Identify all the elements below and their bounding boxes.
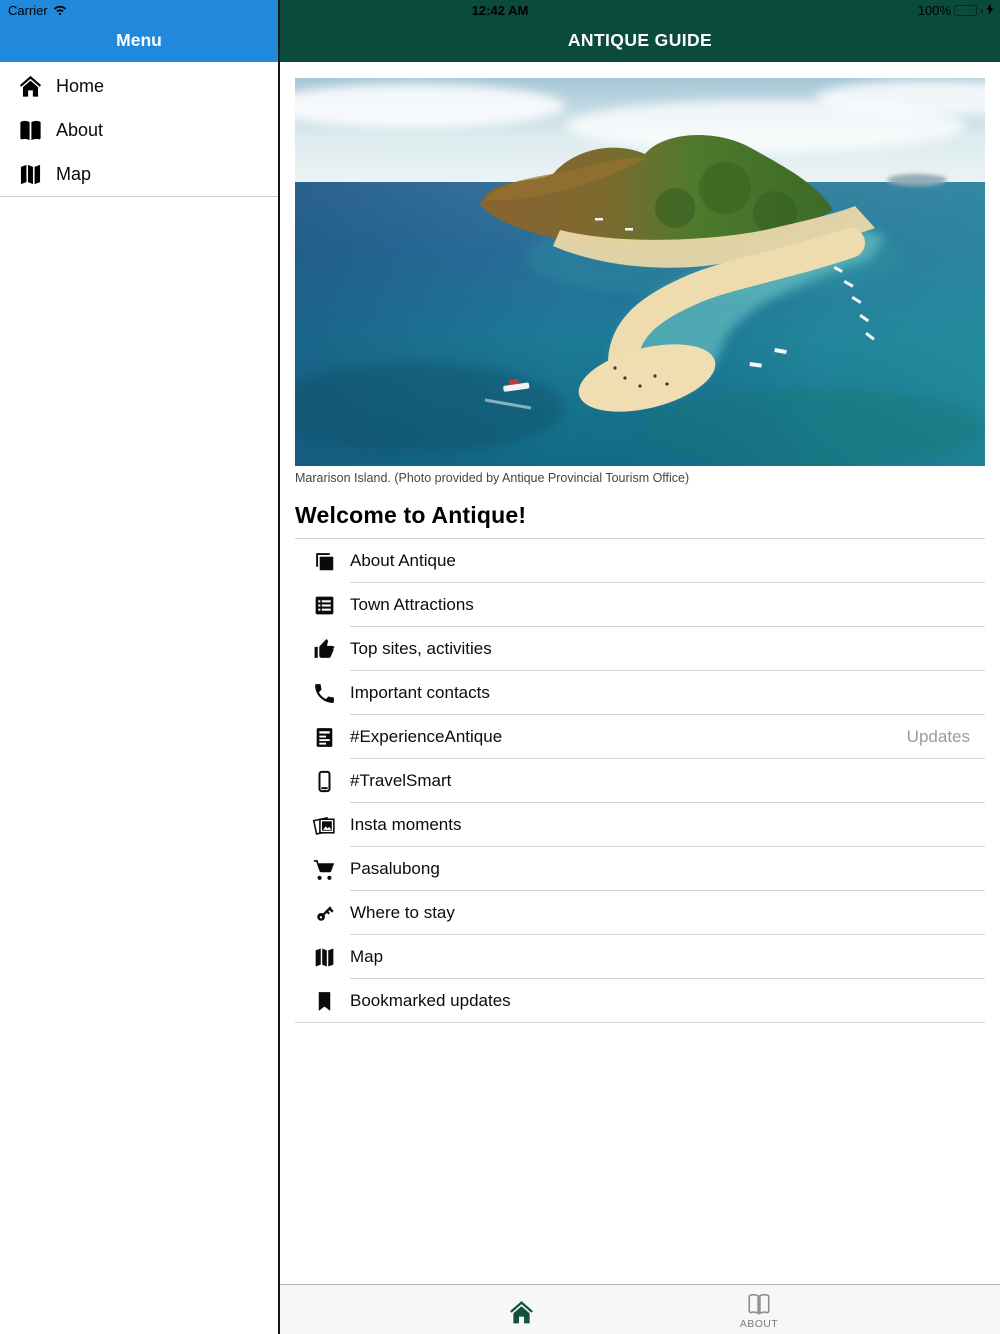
sidebar-header: Menu — [0, 0, 278, 62]
home-menu-list: About Antique Town Attractions Top sites… — [295, 538, 985, 1023]
app-window: Carrier 12:42 AM 100% Menu Home About Ma… — [0, 0, 1000, 1334]
list-item-pasalubong[interactable]: Pasalubong — [295, 847, 985, 891]
thumbs-up-icon — [312, 637, 337, 662]
sidebar-item-label: About — [56, 119, 104, 140]
sidebar-title: Menu — [116, 30, 162, 50]
smartphone-icon — [312, 769, 337, 794]
sidebar-item-about[interactable]: About — [0, 108, 278, 152]
tab-about[interactable]: ABOUT — [640, 1285, 878, 1334]
images-icon — [312, 549, 337, 574]
list-icon — [312, 593, 337, 618]
updates-link[interactable]: Updates — [907, 727, 970, 747]
map-icon — [17, 161, 44, 188]
list-item-bookmarked-updates[interactable]: Bookmarked updates — [295, 979, 985, 1023]
list-item-town-attractions[interactable]: Town Attractions — [295, 583, 985, 627]
sidebar-item-label: Map — [56, 163, 92, 184]
sidebar: Menu Home About Map — [0, 0, 280, 1334]
book-icon — [17, 117, 44, 144]
book-icon — [746, 1291, 772, 1317]
tab-about-label: ABOUT — [739, 1318, 779, 1330]
bottom-tab-bar: ABOUT — [280, 1284, 1000, 1334]
list-item-important-contacts[interactable]: Important contacts — [295, 671, 985, 715]
navigation-bar: ANTIQUE GUIDE — [280, 0, 1000, 62]
sidebar-item-map[interactable]: Map — [0, 152, 278, 196]
tab-home[interactable] — [402, 1285, 640, 1334]
list-item-about-antique[interactable]: About Antique — [295, 539, 985, 583]
page-title: ANTIQUE GUIDE — [567, 30, 713, 50]
key-icon — [312, 901, 337, 926]
photos-icon — [312, 813, 337, 838]
cart-icon — [312, 857, 337, 882]
hero-photo-mararison-island — [295, 78, 985, 466]
home-icon — [17, 73, 44, 100]
bookmark-icon — [312, 989, 337, 1014]
phone-icon — [312, 681, 337, 706]
map-icon — [312, 945, 337, 970]
list-item-insta-moments[interactable]: Insta moments — [295, 803, 985, 847]
welcome-heading: Welcome to Antique! — [295, 502, 527, 528]
list-item-where-to-stay[interactable]: Where to stay — [295, 891, 985, 935]
content-pane: ANTIQUE GUIDE Mararison Island. (Photo p… — [280, 0, 1000, 1334]
photo-caption: Mararison Island. (Photo provided by Ant… — [295, 471, 690, 485]
sidebar-item-home[interactable]: Home — [0, 64, 278, 108]
list-item-travelsmart[interactable]: #TravelSmart — [295, 759, 985, 803]
sidebar-menu: Home About Map — [0, 62, 278, 197]
home-icon — [507, 1298, 536, 1327]
list-item-map[interactable]: Map — [295, 935, 985, 979]
sidebar-item-label: Home — [56, 75, 105, 96]
news-icon — [312, 725, 337, 750]
list-item-top-sites[interactable]: Top sites, activities — [295, 627, 985, 671]
list-item-experience-antique[interactable]: #ExperienceAntique Updates — [295, 715, 985, 759]
